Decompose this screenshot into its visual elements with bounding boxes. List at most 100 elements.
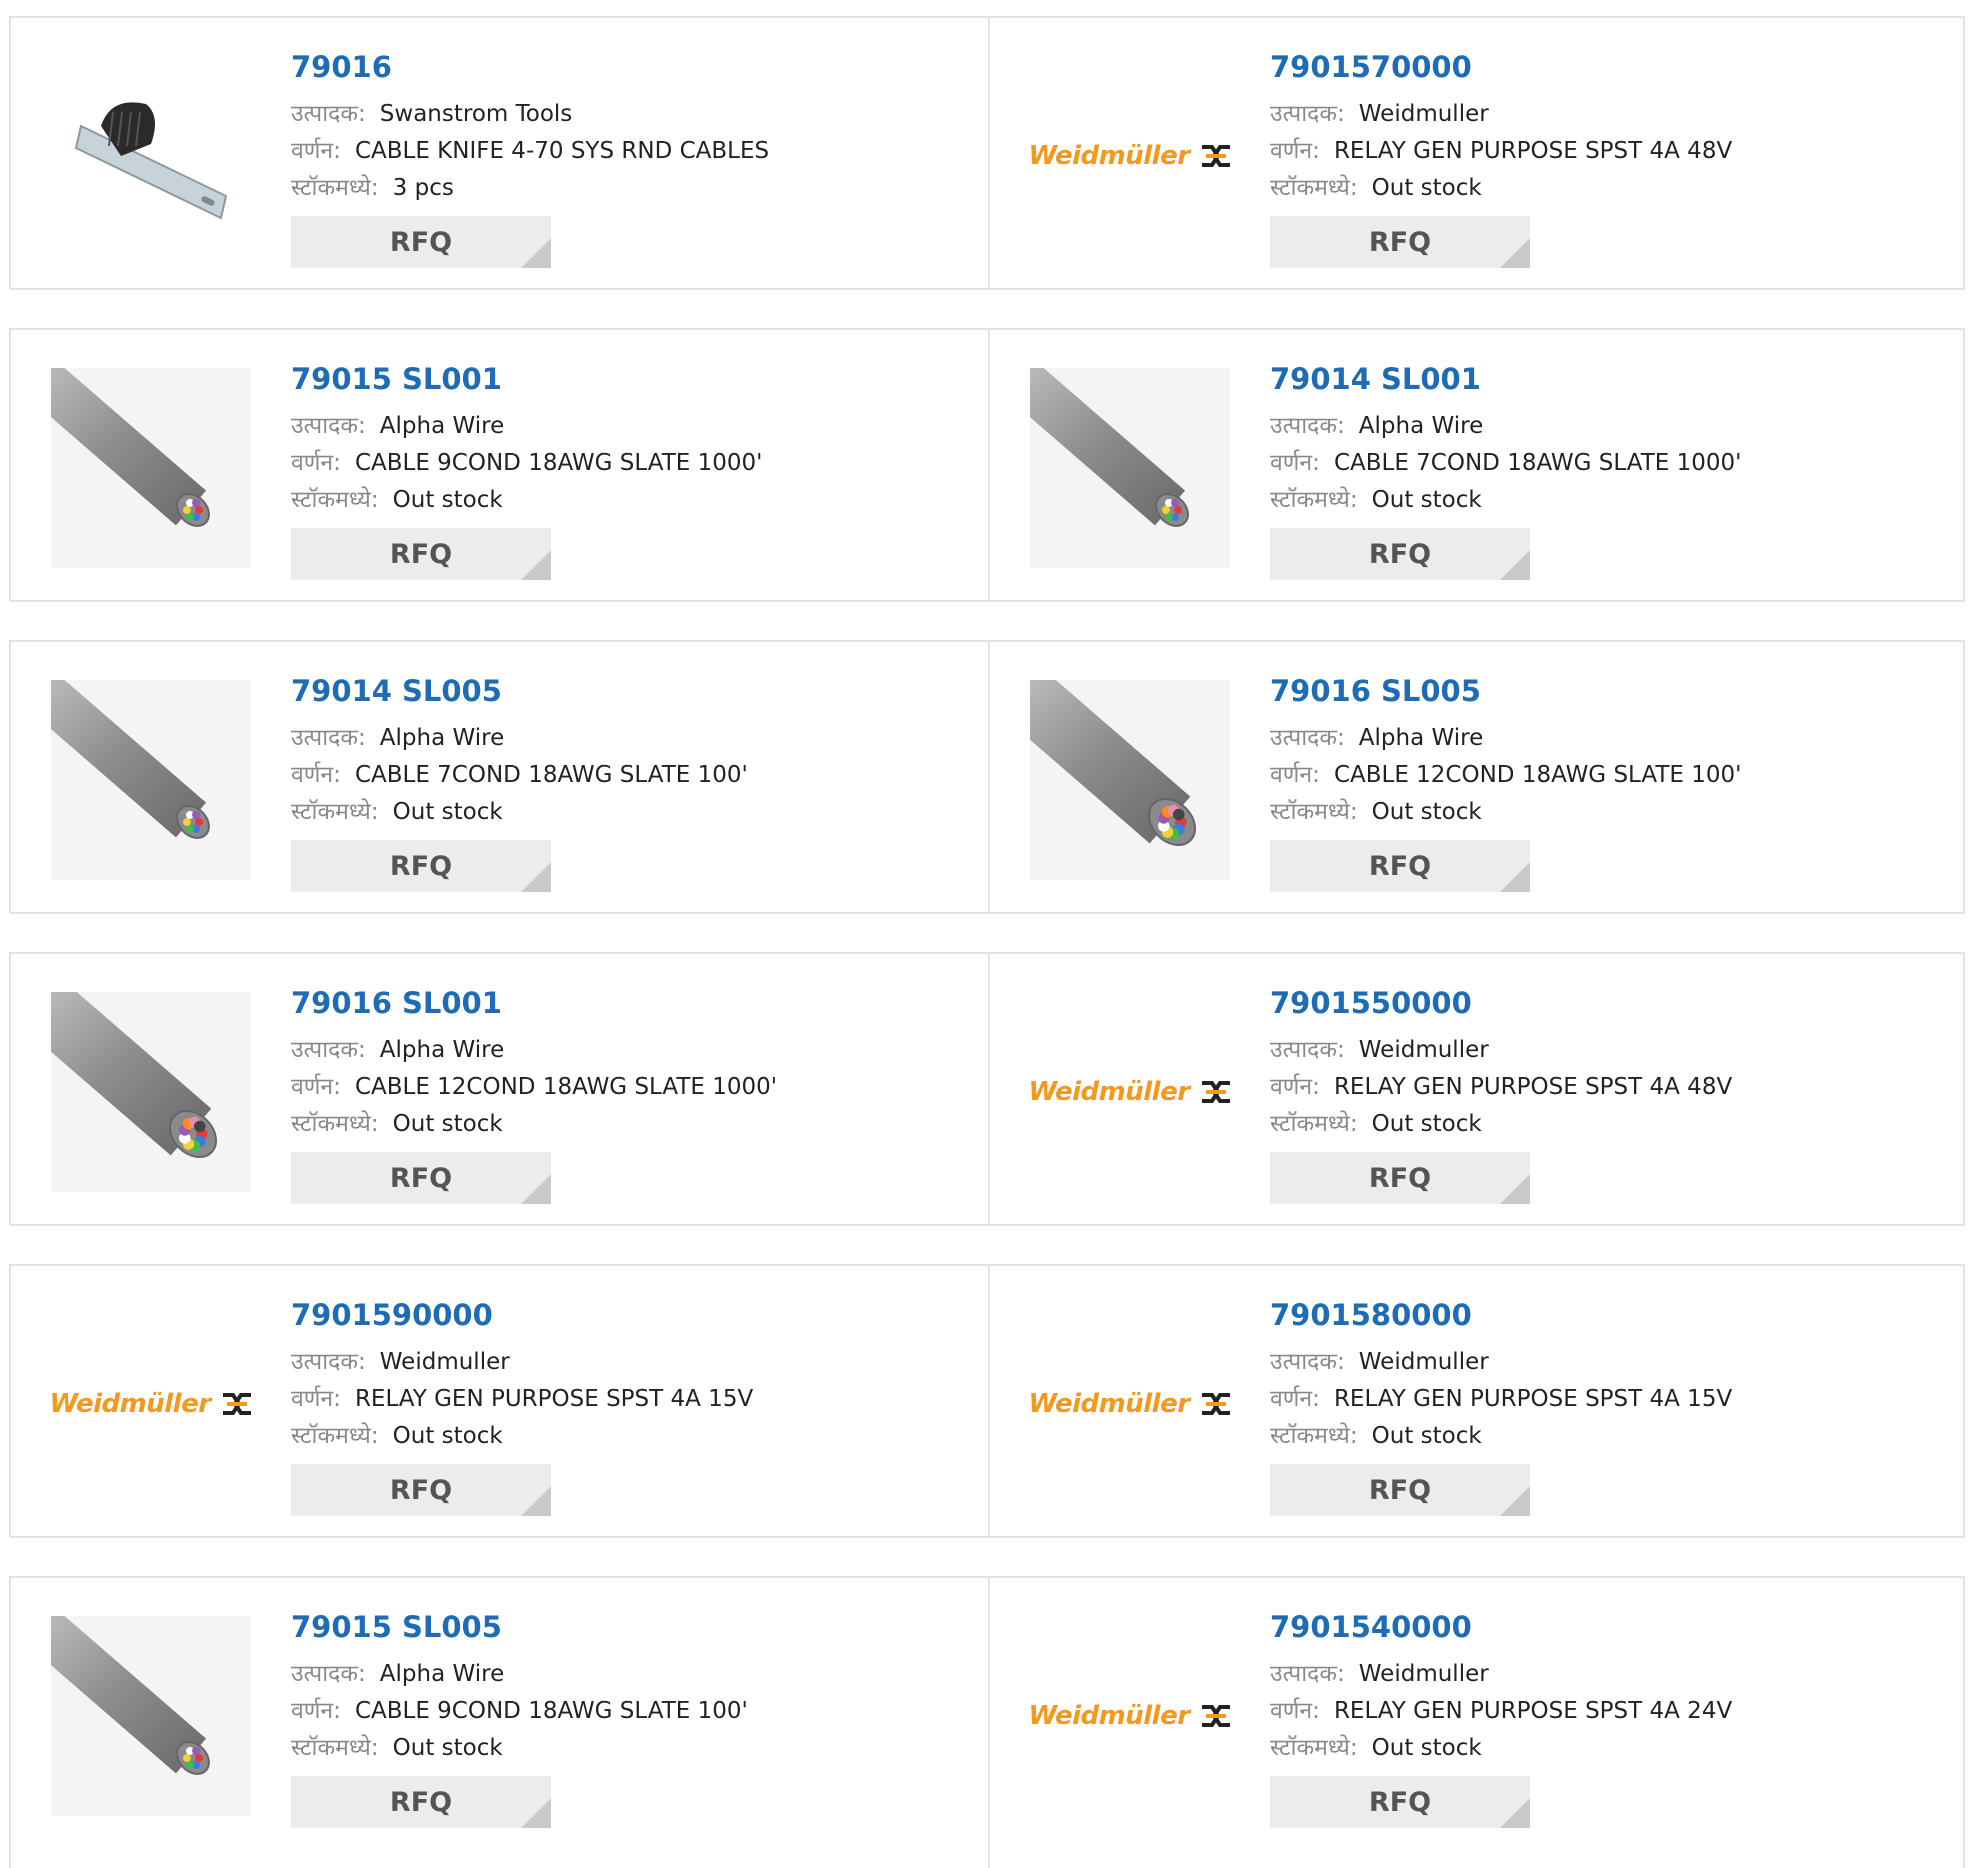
rfq-button[interactable]: RFQ (1270, 216, 1530, 268)
product-image[interactable]: Weidmüller (1030, 992, 1230, 1192)
description-value: RELAY GEN PURPOSE SPST 4A 15V (354, 1386, 754, 1412)
product-image[interactable] (51, 992, 251, 1192)
stock-value: Out stock (392, 1735, 503, 1761)
part-number-link[interactable]: 79016 SL005 (1270, 674, 1950, 720)
stock-value: Out stock (1371, 175, 1482, 201)
product-info: 7901550000 उत्पादक: Weidmuller वर्णन: RELAY … (1270, 986, 1950, 1143)
weidmuller-logo-text: Weidmüller (1030, 1701, 1190, 1731)
manufacturer-label: उत्पादक: (291, 725, 366, 751)
rfq-button[interactable]: RFQ (1270, 1776, 1530, 1828)
manufacturer-label: उत्पादक: (291, 101, 366, 127)
rfq-button-label: RFQ (389, 538, 453, 570)
product-image[interactable] (1030, 680, 1230, 880)
manufacturer-line: उत्पादक: Alpha Wire (1270, 720, 1950, 757)
product-info: 79015 SL005 उत्पादक: Alpha Wire वर्णन: CABLE… (291, 1610, 971, 1767)
manufacturer-line: उत्पादक: Alpha Wire (291, 1656, 971, 1693)
cable-knife-icon (74, 102, 228, 220)
rfq-button-label: RFQ (1368, 1474, 1432, 1506)
stock-value: Out stock (1371, 487, 1482, 513)
part-number-link[interactable]: 79016 (291, 50, 971, 96)
product-image[interactable]: Weidmüller (51, 1304, 251, 1504)
product-card: Weidmüller 7901570000 उत्पादक: Weidmuller वर… (988, 18, 1967, 288)
product-info: 79016 उत्पादक: Swanstrom Tools वर्णन: CABLE … (291, 50, 971, 207)
rfq-button[interactable]: RFQ (1270, 528, 1530, 580)
stock-label: स्टॉकमध्ये: (291, 175, 379, 201)
description-line: वर्णन: CABLE 7COND 18AWG SLATE 1000' (1270, 445, 1950, 482)
product-image[interactable]: Weidmüller (1030, 1304, 1230, 1504)
rfq-button[interactable]: RFQ (291, 528, 551, 580)
rfq-button[interactable]: RFQ (291, 216, 551, 268)
rfq-button[interactable]: RFQ (291, 1152, 551, 1204)
product-row: 79016 उत्पादक: Swanstrom Tools वर्णन: CABLE … (9, 16, 1965, 290)
corner-triangle-icon (1500, 1486, 1530, 1516)
part-number-link[interactable]: 7901570000 (1270, 50, 1950, 96)
rfq-button[interactable]: RFQ (291, 1464, 551, 1516)
stock-line: स्टॉकमध्ये: 3 pcs (291, 170, 971, 207)
description-value: CABLE KNIFE 4-70 SYS RND CABLES (354, 138, 770, 164)
weidmuller-logo: Weidmüller (51, 1389, 251, 1419)
stock-value: Out stock (1371, 1735, 1482, 1761)
rfq-button[interactable]: RFQ (1270, 1152, 1530, 1204)
product-image[interactable] (51, 1616, 251, 1816)
corner-triangle-icon (1500, 1798, 1530, 1828)
manufacturer-value: Alpha Wire (1358, 413, 1484, 439)
stock-label: स्टॉकमध्ये: (1270, 487, 1358, 513)
product-info: 79015 SL001 उत्पादक: Alpha Wire वर्णन: CABLE… (291, 362, 971, 519)
stock-label: स्टॉकमध्ये: (291, 1735, 379, 1761)
product-card: 79015 SL001 उत्पादक: Alpha Wire वर्णन: CABLE… (11, 330, 988, 600)
product-info: 7901580000 उत्पादक: Weidmuller वर्णन: RELAY … (1270, 1298, 1950, 1455)
stock-label: स्टॉकमध्ये: (1270, 1111, 1358, 1137)
cable-icon (51, 680, 251, 880)
manufacturer-value: Weidmuller (379, 1349, 510, 1375)
weidmuller-logo: Weidmüller (1030, 141, 1230, 171)
corner-triangle-icon (1500, 238, 1530, 268)
stock-line: स्टॉकमध्ये: Out stock (291, 1730, 971, 1767)
product-card: 79014 SL001 उत्पादक: Alpha Wire वर्णन: CABLE… (988, 330, 1967, 600)
product-image[interactable] (51, 680, 251, 880)
product-image[interactable]: Weidmüller (1030, 56, 1230, 256)
stock-value: Out stock (1371, 799, 1482, 825)
rfq-button[interactable]: RFQ (291, 1776, 551, 1828)
rfq-button[interactable]: RFQ (1270, 840, 1530, 892)
manufacturer-label: उत्पादक: (1270, 101, 1345, 127)
manufacturer-value: Weidmuller (1358, 1349, 1489, 1375)
stock-label: स्टॉकमध्ये: (291, 799, 379, 825)
corner-triangle-icon (521, 862, 551, 892)
product-image[interactable] (51, 56, 251, 256)
manufacturer-label: उत्पादक: (291, 1349, 366, 1375)
description-value: CABLE 7COND 18AWG SLATE 100' (354, 762, 748, 788)
manufacturer-value: Weidmuller (1358, 101, 1489, 127)
part-number-link[interactable]: 79016 SL001 (291, 986, 971, 1032)
description-label: वर्णन: (291, 450, 341, 476)
part-number-link[interactable]: 7901590000 (291, 1298, 971, 1344)
weidmuller-logo-text: Weidmüller (1030, 141, 1190, 171)
manufacturer-line: उत्पादक: Alpha Wire (1270, 408, 1950, 445)
rfq-button[interactable]: RFQ (1270, 1464, 1530, 1516)
manufacturer-line: उत्पादक: Swanstrom Tools (291, 96, 971, 133)
product-image[interactable] (51, 368, 251, 568)
description-line: वर्णन: CABLE 12COND 18AWG SLATE 100' (1270, 757, 1950, 794)
part-number-link[interactable]: 7901540000 (1270, 1610, 1950, 1656)
description-value: CABLE 9COND 18AWG SLATE 100' (354, 1698, 748, 1724)
stock-line: स्टॉकमध्ये: Out stock (291, 1106, 971, 1143)
product-image[interactable]: Weidmüller (1030, 1616, 1230, 1816)
description-line: वर्णन: RELAY GEN PURPOSE SPST 4A 48V (1270, 133, 1950, 170)
corner-triangle-icon (521, 550, 551, 580)
product-image[interactable] (1030, 368, 1230, 568)
part-number-link[interactable]: 79014 SL001 (1270, 362, 1950, 408)
part-number-link[interactable]: 79015 SL005 (291, 1610, 971, 1656)
corner-triangle-icon (1500, 550, 1530, 580)
rfq-button-label: RFQ (389, 850, 453, 882)
product-row: 79016 SL001 उत्पादक: Alpha Wire वर्णन: CABLE… (9, 952, 1965, 1226)
product-info: 79016 SL005 उत्पादक: Alpha Wire वर्णन: CABLE… (1270, 674, 1950, 831)
stock-value: Out stock (1371, 1423, 1482, 1449)
manufacturer-value: Alpha Wire (379, 725, 505, 751)
rfq-button-label: RFQ (389, 1474, 453, 1506)
rfq-button-label: RFQ (1368, 1162, 1432, 1194)
part-number-link[interactable]: 7901580000 (1270, 1298, 1950, 1344)
part-number-link[interactable]: 7901550000 (1270, 986, 1950, 1032)
rfq-button[interactable]: RFQ (291, 840, 551, 892)
part-number-link[interactable]: 79014 SL005 (291, 674, 971, 720)
stock-value: 3 pcs (392, 175, 454, 201)
part-number-link[interactable]: 79015 SL001 (291, 362, 971, 408)
